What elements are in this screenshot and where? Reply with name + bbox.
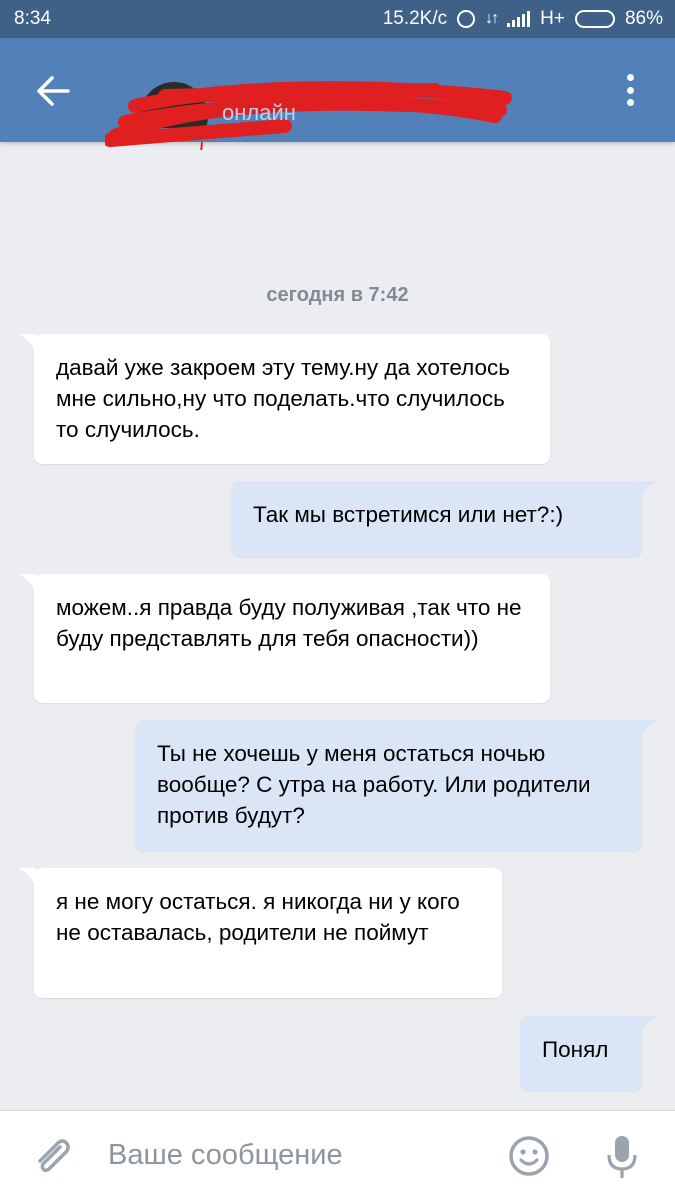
message-outgoing[interactable]: Понял — [520, 1016, 658, 1091]
message-text: Так мы встретимся или нет?:) — [253, 502, 564, 527]
status-indicators: 15.2K/c ↓↑ H+ 86% — [383, 8, 663, 30]
bubble-tail — [18, 574, 36, 592]
message-input[interactable]: Ваше сообщение — [108, 1139, 343, 1172]
message-text: можем..я правда буду полуживая ,так что … — [56, 595, 522, 651]
bubble-tail — [18, 334, 36, 352]
back-button[interactable] — [28, 66, 78, 116]
battery-percent: 86% — [624, 8, 663, 29]
message-outgoing[interactable]: Так мы встретимся или нет?:) — [231, 481, 658, 557]
network-type: H+ — [540, 8, 565, 29]
message-text: Понял — [542, 1037, 609, 1062]
microphone-icon — [607, 1136, 637, 1178]
attach-button[interactable] — [30, 1133, 76, 1179]
message-text: давай уже закроем эту тему.ну да хотелос… — [56, 355, 511, 442]
message-text: я не могу остаться. я никогда ни у кого … — [56, 889, 460, 945]
message-incoming[interactable]: можем..я правда буду полуживая ,так что … — [18, 574, 550, 703]
message-incoming[interactable]: я не могу остаться. я никогда ни у кого … — [18, 868, 502, 998]
more-options-button[interactable] — [615, 70, 645, 110]
emoji-button[interactable] — [508, 1135, 550, 1177]
bubble-tail — [640, 1016, 658, 1034]
bubble-tail — [640, 720, 658, 738]
network-speed: 15.2K/c — [382, 8, 448, 29]
bubble-tail — [640, 481, 658, 499]
alarm-icon — [457, 10, 476, 28]
status-bar: 8:34 15.2K/c ↓↑ H+ 86% — [0, 0, 675, 38]
compose-bar: Ваше сообщение — [0, 1110, 675, 1200]
arrow-left-icon — [37, 76, 70, 106]
chat-header: онлайн — [0, 38, 675, 150]
status-time: 8:34 — [14, 8, 51, 29]
data-transfer-icon: ↓↑ — [485, 10, 499, 27]
smiley-icon — [509, 1136, 549, 1176]
message-outgoing[interactable]: Ты не хочешь у меня остаться ночью вообщ… — [135, 720, 658, 851]
voice-message-button[interactable] — [604, 1133, 640, 1181]
signal-icon — [507, 11, 531, 27]
message-text: Ты не хочешь у меня остаться ночью вообщ… — [157, 741, 591, 828]
contact-status: онлайн — [222, 100, 296, 125]
message-incoming[interactable]: давай уже закроем эту тему.ну да хотелос… — [18, 334, 550, 464]
paperclip-icon — [38, 1139, 70, 1173]
battery-icon — [574, 10, 615, 28]
redaction-scribble — [105, 81, 512, 150]
date-divider: сегодня в 7:42 — [266, 284, 409, 306]
bubble-tail — [18, 868, 36, 886]
more-vertical-icon — [626, 74, 634, 81]
